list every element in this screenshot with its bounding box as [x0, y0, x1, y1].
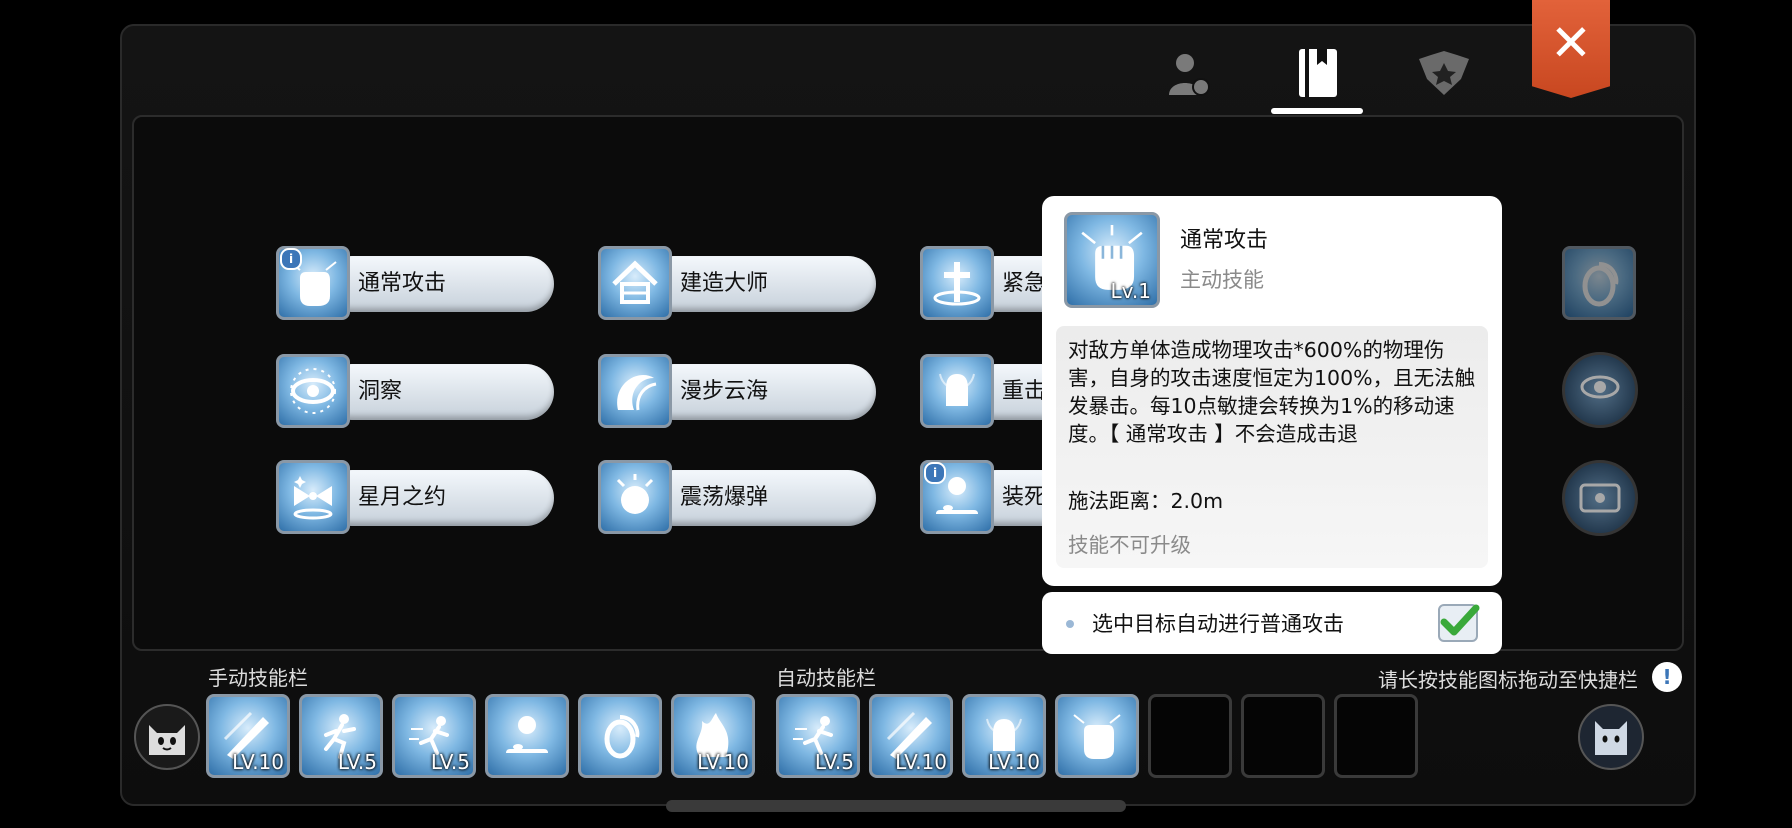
hotbar-slot[interactable]: LV.5 [299, 694, 383, 778]
popup-description: 对敌方单体造成物理攻击*600%的物理伤害，自身的攻击速度恒定为100%，且无法… [1068, 338, 1476, 446]
skill-label: 建造大师 [680, 271, 769, 296]
popup-range: 施法距离：2.0m [1068, 489, 1224, 513]
close-icon: ✕ [1550, 14, 1592, 72]
empty-hotbar-slot[interactable] [1334, 694, 1418, 778]
manual-bar-label: 手动技能栏 [208, 666, 308, 690]
bomb-icon [616, 474, 654, 514]
skill-label: 重击 [1002, 379, 1047, 404]
hotbar-slot[interactable] [1055, 694, 1139, 778]
popup-upgrade-note: 技能不可升级 [1068, 533, 1191, 557]
cross-icon [933, 262, 981, 306]
skill-label: 星月之约 [358, 485, 447, 510]
info-icon: i [280, 248, 302, 270]
empty-hotbar-slot[interactable] [1241, 694, 1325, 778]
empty-hotbar-slot[interactable] [1148, 694, 1232, 778]
skill-icon-frame [578, 694, 662, 778]
monitor-icon [1579, 483, 1621, 513]
hotbar-slot[interactable]: LV.10 [206, 694, 290, 778]
slot-level: LV.5 [430, 750, 470, 774]
hotbar-slot[interactable]: LV.5 [392, 694, 476, 778]
right-skill-1[interactable] [1562, 246, 1636, 320]
drag-hint: 请长按技能图标拖动至快捷栏 [1378, 668, 1638, 692]
slot-level: LV.10 [232, 750, 284, 774]
popup-subtitle: 主动技能 [1180, 268, 1264, 292]
auto-attack-row[interactable]: 选中目标自动进行普通攻击 [1042, 592, 1502, 654]
skill-icon-frame [920, 354, 994, 428]
skill-icon-frame [276, 460, 350, 534]
auto-attack-checkbox[interactable] [1438, 604, 1480, 642]
hotbar-slot[interactable]: LV.10 [671, 694, 755, 778]
skill-icon-frame [598, 354, 672, 428]
hotbar-slot[interactable]: LV.5 [776, 694, 860, 778]
skill-icon-frame [1055, 694, 1139, 778]
eye-icon [290, 368, 336, 414]
skill-label: 装死 [1002, 485, 1047, 510]
skill-label: 紧急 [1002, 271, 1047, 296]
close-button[interactable]: ✕ [1532, 0, 1610, 98]
eye-360-icon [1580, 375, 1620, 399]
shield-icon [1582, 262, 1619, 307]
tab-skills[interactable] [1288, 44, 1348, 104]
skill-label: 洞察 [358, 379, 403, 404]
skill-icon-frame [920, 246, 994, 320]
right-skill-2[interactable] [1562, 352, 1638, 428]
bottom-scrollbar[interactable] [666, 800, 1126, 812]
info-icon: i [924, 462, 946, 484]
auto-bar-label: 自动技能栏 [776, 666, 876, 690]
right-skill-3[interactable] [1562, 460, 1638, 536]
hotbar-slot[interactable]: LV.10 [962, 694, 1046, 778]
popup-title: 通常攻击 [1180, 228, 1269, 253]
skill-icon-frame [485, 694, 569, 778]
hotbar-slot[interactable]: LV.10 [869, 694, 953, 778]
slot-level: LV.5 [814, 750, 854, 774]
character-icon [1169, 54, 1210, 96]
emblem-icon [1419, 51, 1469, 95]
skill-icon-frame [598, 460, 672, 534]
bow-icon [293, 476, 333, 520]
slot-level: LV.10 [988, 750, 1040, 774]
fist-icon [1073, 714, 1121, 759]
auto-attack-label: 选中目标自动进行普通攻击 [1092, 612, 1344, 636]
skill-label: 漫步云海 [680, 379, 769, 404]
slot-level: LV.10 [697, 750, 749, 774]
skill-book-icon [1299, 49, 1337, 97]
skill-icon-frame [276, 354, 350, 428]
house-icon [612, 260, 658, 304]
skill-icon-frame [598, 246, 672, 320]
tab-character[interactable] [1158, 44, 1218, 104]
shield-icon [604, 715, 640, 759]
skill-label: 通常攻击 [358, 271, 447, 296]
tab-emblem[interactable] [1414, 44, 1474, 104]
fake-death-icon [506, 716, 548, 753]
active-tab-indicator [1271, 108, 1363, 114]
left-pet-avatar[interactable] [134, 704, 200, 770]
skill-detail-popup: Lv.1 通常攻击 主动技能 对敌方单体造成物理攻击*600%的物理伤害，自身的… [1042, 196, 1502, 586]
bullet-dot [1066, 620, 1074, 628]
popup-level: Lv.1 [1110, 279, 1151, 303]
right-pet-avatar[interactable] [1578, 704, 1644, 770]
hotbar-slot[interactable] [485, 694, 569, 778]
slot-level: LV.10 [895, 750, 947, 774]
popup-skill-icon: Lv.1 [1064, 212, 1160, 308]
hotbar-slot[interactable] [578, 694, 662, 778]
cat-face-icon [1595, 721, 1627, 755]
hint-info-icon[interactable]: ! [1652, 662, 1682, 692]
cat-face-icon [149, 725, 185, 755]
wave-icon [617, 374, 657, 411]
punch-icon [939, 373, 975, 406]
skill-label: 震荡爆弹 [680, 485, 769, 510]
popup-description-box: 对敌方单体造成物理攻击*600%的物理伤害，自身的攻击速度恒定为100%，且无法… [1056, 326, 1488, 568]
check-icon [1440, 604, 1480, 636]
slot-level: LV.5 [337, 750, 377, 774]
